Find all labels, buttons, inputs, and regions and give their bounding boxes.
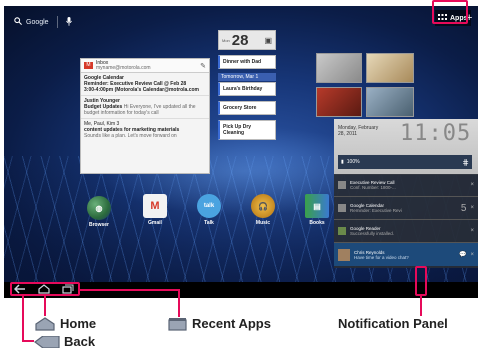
notification-body: Have time for a video chat? [354,254,409,260]
battery-level: 100% [346,159,360,165]
notification-callout-line [420,296,422,316]
app-gmail[interactable]: M Gmail [140,194,170,226]
calendar-event[interactable]: Pick Up Dry Cleaning [218,120,276,140]
close-icon[interactable]: × [470,205,474,211]
headphones-icon: 🎧 [251,194,275,218]
photo-thumbnail[interactable] [366,53,414,83]
chat-icon: 💬 [459,252,467,258]
back-icon [34,335,60,348]
notification-item[interactable]: Google Reader Successfully installed. × [334,220,478,243]
calendar-icon[interactable]: ▣ [264,36,272,45]
app-label: Music [255,220,271,226]
app-browser[interactable]: ◍ Browser [84,196,114,228]
search-icon[interactable] [14,17,22,27]
status-bar: ▮ 100% ⋕ [338,155,472,169]
clock-widget: Monday, February 28, 2011 11:05 ▮ 100% ⋕ [334,119,478,175]
calendar-day-header: Tomorrow, Mar 1 [218,73,276,81]
notification-body: Successfully installed. [350,231,395,236]
home-icon [35,316,55,331]
notification-panel-callout-label: Notification Panel [338,316,448,331]
photo-thumbnail[interactable] [316,87,362,117]
back-callout-label: Back [64,334,96,349]
close-icon[interactable]: × [470,182,474,188]
notification-body: Conf. Number: 1800-... [350,185,396,190]
app-label: Gmail [148,220,162,226]
notification-count: 5 [460,202,467,214]
app-label: Books [309,220,325,226]
calendar-event[interactable]: Grocery Store [218,101,276,115]
divider [56,16,58,28]
mail-item[interactable]: Me, Paul, Kim 3 content updates for mark… [81,119,209,141]
calendar-header: Mon 28 ▣ [218,30,276,50]
nav-buttons-highlight [10,282,80,296]
calendar-icon [338,181,346,189]
calendar-widget[interactable]: Mon 28 ▣ Dinner with Dad Tomorrow, Mar 1… [218,30,276,166]
calendar-icon [338,204,346,212]
mic-icon[interactable] [65,16,72,28]
app-label: Browser [88,222,109,228]
close-icon[interactable]: × [470,252,474,258]
photo-thumbnail[interactable] [366,87,414,117]
mail-item[interactable]: Google Calendar Reminder: Executive Revi… [81,73,209,96]
talk-icon: talk [197,194,221,218]
notification-panel[interactable]: Executive Review Call Conf. Number: 1800… [334,174,478,268]
apps-highlight [432,0,468,24]
recent-apps-callout: Recent Apps [168,316,271,331]
clock-date: Monday, February 28, 2011 [338,125,378,137]
calendar-event[interactable]: Laura's Birthday [218,82,276,96]
mail-item[interactable]: Justin Younger Budget Updates Hi Everyon… [81,96,209,119]
close-icon[interactable]: × [470,228,474,234]
back-callout-line-horizontal [22,340,34,342]
notification-highlight [415,266,427,296]
app-books[interactable]: ▤ Books [302,194,332,226]
app-talk[interactable]: talk Talk [194,194,224,226]
download-icon [338,227,346,235]
gmail-icon: M [143,194,167,218]
app-music[interactable]: 🎧 Music [248,194,278,226]
recent-apps-callout-line [80,289,180,291]
photo-gallery-widget[interactable] [316,53,416,117]
tablet-home-screen: Google Apps + M Inbox myname@motorola.co… [4,6,478,298]
calendar-event[interactable]: Dinner with Dad [218,55,276,69]
mail-snippet: Sounds like a plan. Let's move forward o… [84,133,177,139]
books-icon: ▤ [305,194,329,218]
calendar-weekday: Mon [222,37,230,43]
home-callout-label: Home [60,316,97,331]
notification-item[interactable]: Executive Review Call Conf. Number: 1800… [334,174,478,197]
mail-snippet: 3:00-4:00pm (Motorola's Calendar@motrola… [84,87,199,93]
clock-time: 11:05 [400,121,472,146]
battery-icon: ▮ [341,159,344,165]
gmail-widget-header: M Inbox myname@motorola.com ✎ [81,59,209,73]
gmail-widget[interactable]: M Inbox myname@motorola.com ✎ Google Cal… [80,58,210,174]
back-callout-line [22,296,24,342]
globe-icon: ◍ [87,196,111,220]
notification-panel-callout: Notification Panel [338,316,448,331]
app-label: Talk [204,220,214,226]
avatar [338,248,350,261]
search-label: Google [26,18,49,26]
back-callout: Back [34,334,95,349]
recent-apps-callout-label: Recent Apps [192,316,271,331]
compose-icon[interactable]: ✎ [200,62,206,70]
gmail-icon: M [84,62,93,69]
notification-item[interactable]: Chris Reynolds Have time for a video cha… [334,243,478,266]
notification-body: Reminder: Executive Revi [350,208,402,213]
inbox-account: myname@motorola.com [96,64,151,71]
home-callout: Home [34,316,96,331]
recent-apps-callout-line-vertical [178,289,180,317]
date-line: 28, 2011 [338,131,358,137]
home-callout-line [44,296,46,316]
notification-item[interactable]: Google Calendar Reminder: Executive Revi… [334,197,478,220]
settings-sliders-icon[interactable]: ⋕ [462,158,469,167]
calendar-date: 28 [231,31,249,49]
google-search-bar[interactable]: Google [14,14,72,30]
photo-thumbnail[interactable] [316,53,362,83]
recent-apps-icon [168,317,187,331]
